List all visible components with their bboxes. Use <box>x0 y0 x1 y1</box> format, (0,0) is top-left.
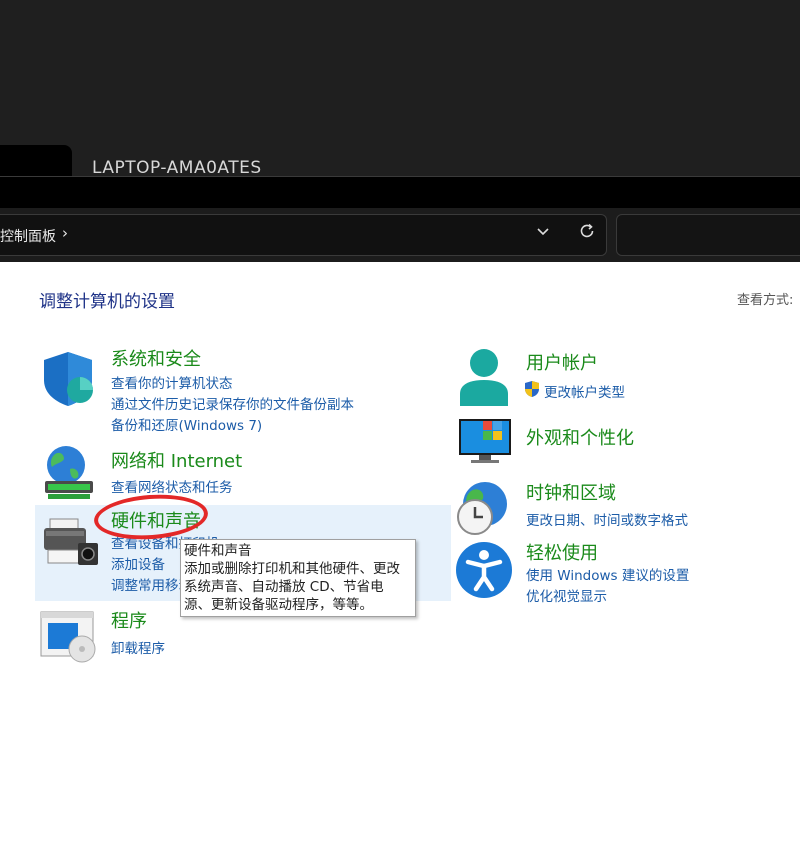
category-user-accounts[interactable]: 用户帐户 <box>526 349 598 375</box>
computer-name-label: LAPTOP-AMA0ATES <box>92 158 262 178</box>
monitor-icon[interactable] <box>457 417 513 465</box>
breadcrumb-chevron-icon[interactable]: › <box>62 224 68 242</box>
clock-globe-icon[interactable] <box>455 479 513 537</box>
category-programs[interactable]: 程序 <box>111 607 147 633</box>
link-change-account-type[interactable]: 更改帐户类型 <box>544 381 625 401</box>
tooltip-line: 添加或删除打印机和其他硬件、更改 <box>184 561 400 577</box>
link-backup-restore[interactable]: 备份和还原(Windows 7) <box>111 414 262 434</box>
link-optimize-display[interactable]: 优化视觉显示 <box>526 585 607 605</box>
address-bar[interactable] <box>0 214 607 256</box>
view-by-label[interactable]: 查看方式: <box>737 289 793 308</box>
link-network-status[interactable]: 查看网络状态和任务 <box>111 476 233 496</box>
breadcrumb-control-panel[interactable]: 控制面板 <box>0 226 56 246</box>
tooltip: 硬件和声音 添加或删除打印机和其他硬件、更改 系统声音、自动播放 CD、节省电 … <box>180 539 416 617</box>
toolbar-band <box>0 176 800 209</box>
chevron-down-icon[interactable] <box>536 224 554 244</box>
printer-icon[interactable] <box>42 517 100 569</box>
tooltip-line: 系统声音、自动播放 CD、节省电 <box>184 579 384 595</box>
link-recommended-settings[interactable]: 使用 Windows 建议的设置 <box>526 564 689 584</box>
globe-network-icon[interactable] <box>40 443 98 501</box>
link-view-computer-status[interactable]: 查看你的计算机状态 <box>111 372 233 392</box>
uac-shield-icon <box>524 380 540 398</box>
link-change-date-time[interactable]: 更改日期、时间或数字格式 <box>526 509 688 529</box>
category-appearance[interactable]: 外观和个性化 <box>526 424 634 450</box>
link-add-device[interactable]: 添加设备 <box>111 553 165 573</box>
search-input[interactable] <box>616 214 800 256</box>
user-icon[interactable] <box>456 348 512 408</box>
accessibility-icon[interactable] <box>455 541 513 599</box>
programs-disc-icon[interactable] <box>40 611 100 663</box>
category-system-security[interactable]: 系统和安全 <box>111 345 201 371</box>
shield-icon[interactable] <box>40 350 98 408</box>
page-title: 调整计算机的设置 <box>39 292 175 312</box>
link-uninstall-program[interactable]: 卸载程序 <box>111 637 165 657</box>
refresh-icon[interactable] <box>578 222 598 244</box>
tooltip-title: 硬件和声音 <box>184 543 252 559</box>
link-file-history-backup[interactable]: 通过文件历史记录保存你的文件备份副本 <box>111 393 354 413</box>
tooltip-line: 源、更新设备驱动程序，等等。 <box>184 597 373 613</box>
window-tab[interactable] <box>0 145 72 177</box>
category-ease-of-access[interactable]: 轻松使用 <box>526 539 598 565</box>
title-bar-area <box>0 0 800 176</box>
category-network-internet[interactable]: 网络和 Internet <box>111 447 242 473</box>
category-clock-region[interactable]: 时钟和区域 <box>526 479 616 505</box>
